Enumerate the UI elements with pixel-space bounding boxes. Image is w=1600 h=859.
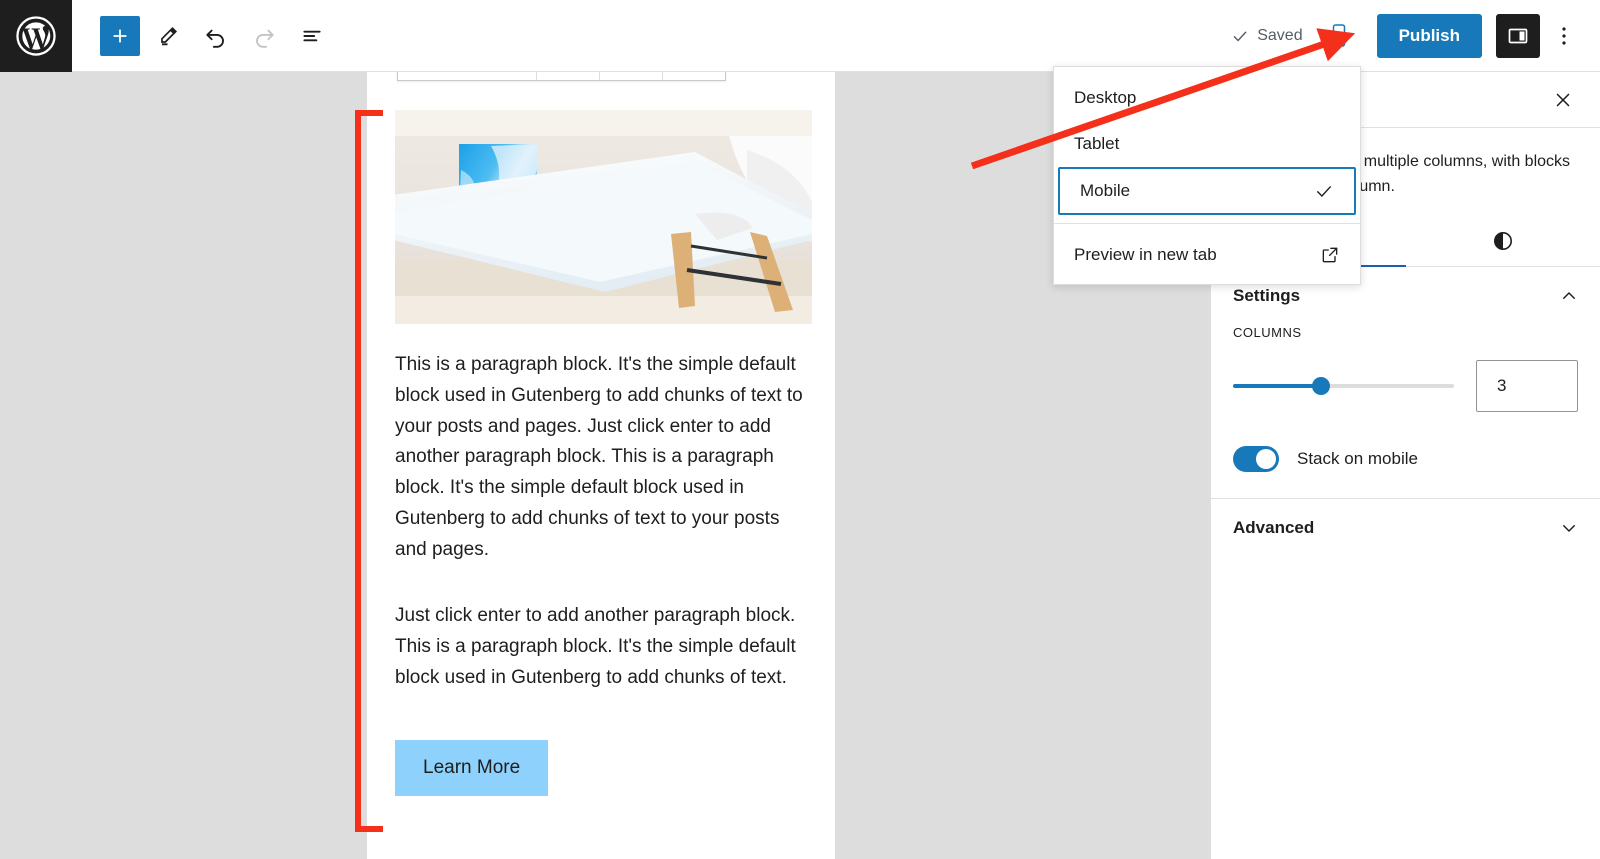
- check-icon: [1233, 30, 1247, 42]
- undo-button[interactable]: [192, 12, 240, 60]
- columns-control-row: 3: [1233, 359, 1578, 412]
- advanced-panel-title: Advanced: [1233, 517, 1315, 537]
- preview-option-desktop[interactable]: Desktop: [1054, 75, 1360, 121]
- post-content: This is a paragraph block. It's the simp…: [367, 72, 835, 796]
- desk-photo: [395, 110, 812, 324]
- paragraph-block-1[interactable]: This is a paragraph block. It's the simp…: [395, 350, 807, 565]
- preview-new-tab-label: Preview in new tab: [1074, 245, 1217, 264]
- menu-divider: [1054, 223, 1360, 224]
- header-tools: [72, 12, 336, 60]
- sidebar-toggle-button[interactable]: [1496, 13, 1540, 58]
- chevron-down-icon: [1563, 524, 1575, 532]
- editor-header: Saved Publish: [0, 0, 1600, 72]
- contrast-circle-icon: [1493, 231, 1512, 250]
- stack-on-mobile-row: Stack on mobile: [1233, 445, 1578, 472]
- advanced-panel-header[interactable]: Advanced: [1211, 499, 1600, 557]
- preview-in-new-tab-item[interactable]: Preview in new tab: [1054, 232, 1360, 278]
- settings-panel-title: Settings: [1233, 285, 1301, 305]
- close-sidebar-button[interactable]: [1546, 83, 1580, 117]
- close-x-icon: [1556, 93, 1570, 106]
- tab-styles[interactable]: [1406, 216, 1600, 266]
- preview-option-tablet[interactable]: Tablet: [1054, 121, 1360, 167]
- redo-button[interactable]: [240, 12, 288, 60]
- external-link-icon: [1322, 247, 1338, 263]
- wordpress-block-editor: Saved Publish This is a paragraph block.…: [0, 0, 1600, 859]
- publish-button[interactable]: Publish: [1376, 13, 1482, 58]
- preview-device-button[interactable]: [1317, 14, 1361, 58]
- stack-on-mobile-toggle[interactable]: [1233, 445, 1279, 472]
- columns-number-input[interactable]: 3: [1476, 359, 1578, 412]
- edit-tool-button[interactable]: [144, 12, 192, 60]
- preview-option-mobile[interactable]: Mobile: [1058, 167, 1356, 215]
- editor-canvas-area: This is a paragraph block. It's the simp…: [0, 72, 1210, 859]
- columns-slider-thumb[interactable]: [1312, 376, 1331, 395]
- chevron-up-icon: [1563, 291, 1575, 299]
- saved-label: Saved: [1257, 26, 1303, 44]
- mobile-device-icon: [1332, 23, 1345, 47]
- check-icon: [1316, 185, 1332, 198]
- add-block-button[interactable]: [96, 12, 144, 60]
- columns-slider-fill: [1233, 383, 1322, 388]
- post-canvas[interactable]: This is a paragraph block. It's the simp…: [367, 72, 835, 859]
- preview-dropdown-menu: Desktop Tablet Mobile Preview in new tab: [1053, 66, 1361, 285]
- image-block[interactable]: [395, 110, 812, 324]
- learn-more-button[interactable]: Learn More: [395, 739, 549, 796]
- paragraph-block-2[interactable]: Just click enter to add another paragrap…: [395, 601, 807, 693]
- columns-label: Columns: [1233, 324, 1302, 340]
- three-dots-vertical-icon: [1562, 26, 1566, 45]
- header-actions: Saved Publish: [1221, 13, 1600, 58]
- annotation-bracket-vertical: [355, 110, 361, 832]
- preview-option-label: Tablet: [1074, 134, 1120, 153]
- columns-slider[interactable]: [1233, 376, 1454, 395]
- sidebar-panel-icon: [1508, 28, 1528, 43]
- add-block-square[interactable]: [100, 15, 140, 56]
- stack-on-mobile-label: Stack on mobile: [1297, 448, 1418, 468]
- list-view-button[interactable]: [288, 12, 336, 60]
- editor-more-menu-button[interactable]: [1544, 14, 1584, 58]
- preview-option-label: Desktop: [1074, 88, 1137, 107]
- wordpress-logo-icon[interactable]: [0, 0, 72, 72]
- annotation-bracket-bottom: [355, 826, 383, 832]
- preview-option-label: Mobile: [1080, 181, 1131, 200]
- settings-panel-body: Columns 3 Stack on mobile: [1211, 325, 1600, 498]
- saved-status: Saved: [1221, 27, 1312, 45]
- toggle-knob: [1256, 448, 1276, 469]
